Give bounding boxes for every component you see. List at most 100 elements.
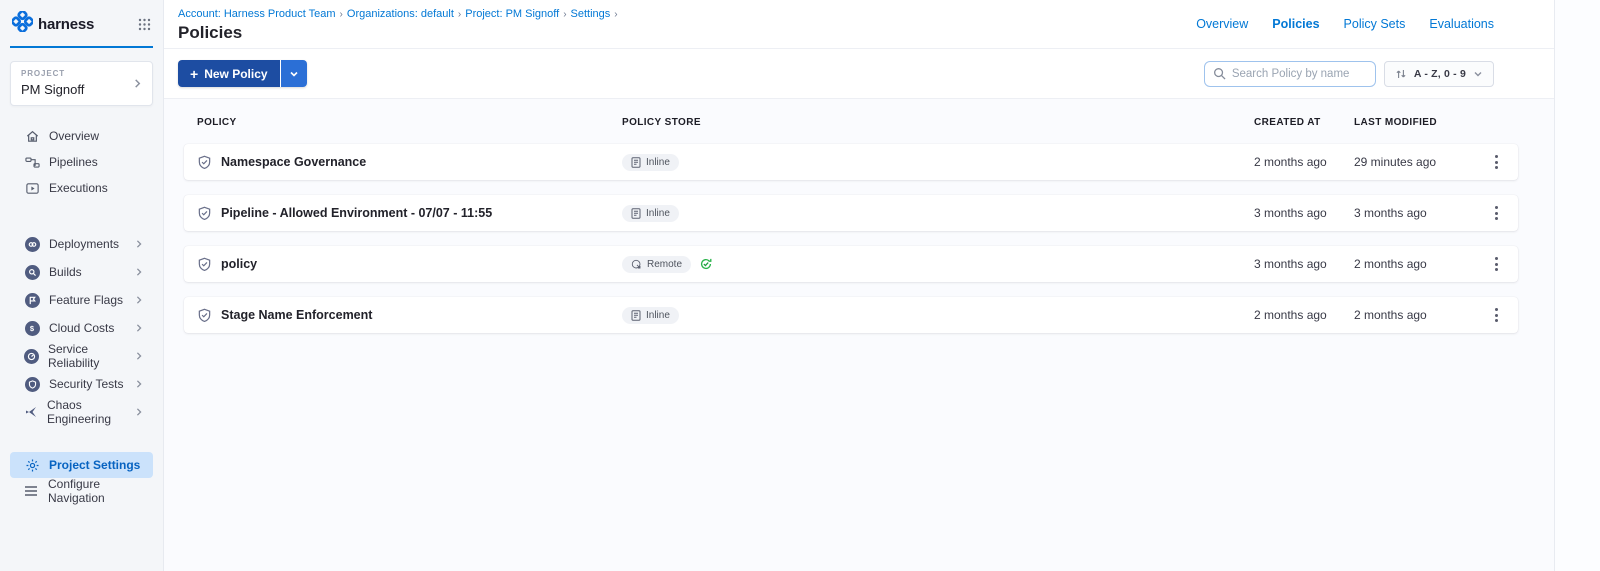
service-reliability-icon (24, 349, 39, 364)
sidebar-item-overview[interactable]: Overview (10, 123, 153, 149)
sidebar-item-label: Configure Navigation (48, 477, 153, 505)
breadcrumb-org[interactable]: Organizations: default (347, 8, 454, 20)
column-header-policy-store: POLICY STORE (622, 117, 1254, 128)
new-policy-button-label: New Policy (204, 67, 267, 81)
app-window: harness PROJECT PM Signoff (0, 0, 1600, 571)
sidebar-item-label: Chaos Engineering (47, 398, 126, 426)
search-input[interactable] (1232, 68, 1367, 80)
tab-policies[interactable]: Policies (1272, 17, 1319, 48)
table-row[interactable]: Namespace Governance Inline 2 months ago… (184, 144, 1518, 180)
breadcrumb-account[interactable]: Account: Harness Product Team (178, 8, 336, 20)
table-row[interactable]: Pipeline - Allowed Environment - 07/07 -… (184, 195, 1518, 231)
chevron-right-icon (133, 78, 142, 89)
sidebar-item-label: Project Settings (49, 458, 140, 472)
sidebar-item-feature-flags[interactable]: Feature Flags (10, 286, 153, 314)
sidebar-item-configure-navigation[interactable]: Configure Navigation (10, 478, 153, 504)
chevron-right-icon (135, 295, 153, 305)
sidebar-item-label: Builds (49, 265, 82, 279)
chevron-right-icon (135, 239, 153, 249)
module-grid-icon[interactable] (138, 18, 151, 31)
sidebar-nav: Overview Pipelines Executions (0, 123, 163, 201)
policies-table: POLICY POLICY STORE CREATED AT LAST MODI… (164, 99, 1554, 348)
column-header-created-at: CREATED AT (1254, 117, 1354, 128)
store-badge-inline: Inline (622, 307, 679, 324)
policy-name: policy (221, 257, 257, 271)
page-header: Account: Harness Product Team › Organiza… (164, 0, 1554, 49)
inline-file-icon (631, 208, 641, 219)
chevron-right-icon (135, 323, 153, 333)
top-nav: Overview Policies Policy Sets Evaluation… (1196, 0, 1554, 48)
tab-overview[interactable]: Overview (1196, 17, 1248, 48)
sidebar-item-deployments[interactable]: Deployments (10, 230, 153, 258)
row-menu-kebab-icon[interactable] (1491, 202, 1502, 224)
project-label: PROJECT (21, 69, 84, 78)
breadcrumb-settings[interactable]: Settings (571, 8, 611, 20)
hamburger-icon (24, 485, 39, 497)
last-modified: 3 months ago (1354, 206, 1474, 220)
plus-icon: + (190, 67, 198, 81)
sidebar-item-executions[interactable]: Executions (10, 175, 153, 201)
column-header-policy: POLICY (184, 117, 622, 128)
builds-icon (24, 265, 40, 280)
main-area: Account: Harness Product Team › Organiza… (164, 0, 1554, 571)
sidebar-item-label: Executions (49, 181, 108, 195)
deployments-icon (24, 237, 40, 252)
last-modified: 2 months ago (1354, 308, 1474, 322)
created-at: 2 months ago (1254, 308, 1354, 322)
project-name: PM Signoff (21, 82, 84, 97)
toolbar: + New Policy (164, 49, 1554, 99)
sidebar-item-label: Overview (49, 129, 99, 143)
page-title: Policies (178, 23, 618, 43)
sidebar-item-pipelines[interactable]: Pipelines (10, 149, 153, 175)
gear-icon (24, 458, 40, 473)
sidebar-item-label: Security Tests (49, 377, 123, 391)
created-at: 2 months ago (1254, 155, 1354, 169)
sort-dropdown[interactable]: A - Z, 0 - 9 (1384, 61, 1494, 87)
breadcrumb-project[interactable]: Project: PM Signoff (465, 8, 559, 20)
policy-shield-icon (197, 206, 212, 221)
breadcrumb-separator: › (614, 9, 617, 20)
new-policy-button[interactable]: + New Policy (178, 60, 280, 87)
sidebar-item-chaos-engineering[interactable]: Chaos Engineering (10, 398, 153, 426)
sidebar-item-service-reliability[interactable]: Service Reliability (10, 342, 153, 370)
breadcrumb-separator: › (563, 9, 566, 20)
policy-shield-icon (197, 257, 212, 272)
breadcrumb: Account: Harness Product Team › Organiza… (178, 8, 618, 20)
harness-logo-icon (12, 11, 33, 37)
sort-arrows-icon (1395, 68, 1407, 80)
sidebar-item-label: Service Reliability (48, 342, 126, 370)
created-at: 3 months ago (1254, 257, 1354, 271)
security-tests-icon (24, 377, 40, 392)
home-icon (24, 129, 40, 144)
column-header-last-modified: LAST MODIFIED (1354, 117, 1474, 128)
sidebar-item-cloud-costs[interactable]: $ Cloud Costs (10, 314, 153, 342)
table-row[interactable]: Stage Name Enforcement Inline 2 months a… (184, 297, 1518, 333)
tab-evaluations[interactable]: Evaluations (1429, 17, 1494, 48)
remote-repo-icon (631, 259, 642, 270)
breadcrumb-separator: › (458, 9, 461, 20)
policy-name: Namespace Governance (221, 155, 366, 169)
tab-policy-sets[interactable]: Policy Sets (1344, 17, 1406, 48)
search-box (1204, 61, 1376, 87)
new-policy-dropdown-button[interactable] (281, 60, 307, 87)
sort-label: A - Z, 0 - 9 (1414, 68, 1466, 80)
feature-flags-icon (24, 293, 40, 308)
harness-logo[interactable]: harness (12, 11, 94, 37)
policy-shield-icon (197, 308, 212, 323)
sidebar-item-project-settings[interactable]: Project Settings (10, 452, 153, 478)
row-menu-kebab-icon[interactable] (1491, 151, 1502, 173)
row-menu-kebab-icon[interactable] (1491, 304, 1502, 326)
row-menu-kebab-icon[interactable] (1491, 253, 1502, 275)
store-badge-inline: Inline (622, 154, 679, 171)
table-row[interactable]: policy Remote 3 months ago 2 months ago (184, 246, 1518, 282)
sidebar-item-label: Feature Flags (49, 293, 123, 307)
sidebar-item-label: Pipelines (49, 155, 98, 169)
breadcrumb-separator: › (340, 9, 343, 20)
project-selector[interactable]: PROJECT PM Signoff (10, 61, 153, 106)
chevron-down-icon (289, 69, 299, 79)
sidebar-item-builds[interactable]: Builds (10, 258, 153, 286)
inline-file-icon (631, 310, 641, 321)
sidebar-item-security-tests[interactable]: Security Tests (10, 370, 153, 398)
store-badge-inline: Inline (622, 205, 679, 222)
chevron-down-icon (1473, 69, 1483, 79)
